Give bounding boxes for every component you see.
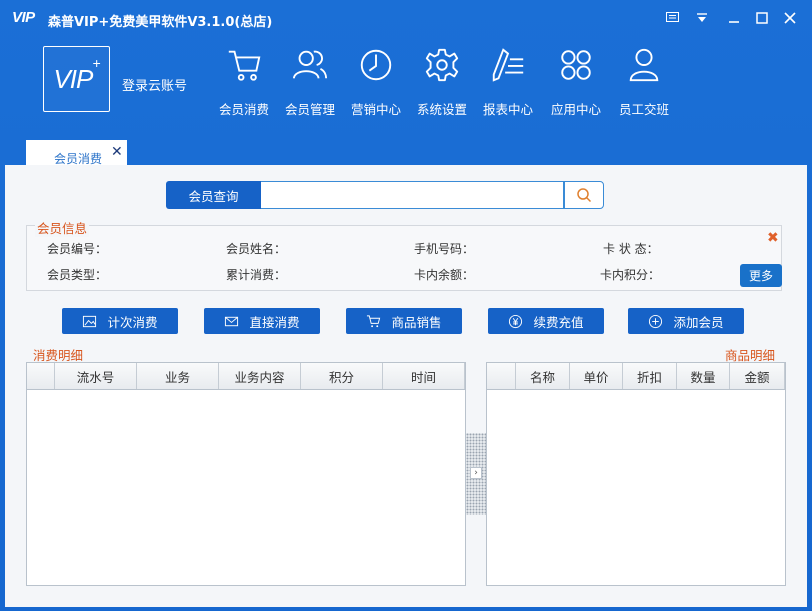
column-header[interactable]: 业务	[137, 363, 219, 389]
user-icon	[629, 48, 659, 82]
column-header[interactable]	[487, 363, 516, 389]
member-search-input[interactable]	[261, 181, 564, 209]
search-icon[interactable]	[564, 181, 604, 209]
title-logo: VIP	[12, 9, 35, 26]
column-header[interactable]: 单价	[570, 363, 623, 389]
more-button[interactable]: 更多	[740, 264, 782, 287]
direct-consume-button[interactable]: 直接消费	[204, 308, 320, 334]
nav-system-settings[interactable]: 系统设置	[409, 42, 475, 118]
nav-marketing-center[interactable]: 营销中心	[343, 42, 409, 118]
column-header[interactable]: 积分	[301, 363, 383, 389]
clock-icon	[360, 49, 392, 81]
nav-member-consume[interactable]: 会员消费	[211, 42, 277, 118]
shopping-cart-icon	[228, 50, 261, 81]
member-info-panel: 会员信息 会员编号： 会员姓名： 手机号码： 卡 状 态： 会员类型： 累计消费…	[26, 218, 782, 291]
report-pen-icon	[492, 48, 524, 82]
column-header[interactable]: 折扣	[623, 363, 677, 389]
nav-label: 报表中心	[482, 102, 533, 117]
tab-strip: 会员消费 ✕	[0, 138, 812, 166]
column-header[interactable]: 名称	[516, 363, 570, 389]
close-icon[interactable]	[780, 8, 800, 28]
mail-icon	[225, 316, 239, 326]
phone-number-label: 手机号码：	[414, 242, 475, 256]
action-label: 计次消费	[107, 314, 158, 330]
add-member-button[interactable]: 添加会员	[628, 308, 744, 334]
column-header[interactable]: 金额	[730, 363, 785, 389]
table-header: 流水号 业务 业务内容 积分 时间	[27, 363, 465, 390]
minimize-icon[interactable]	[724, 8, 744, 28]
title-bar: VIP 森普VIP+免费美甲软件V3.1.0(总店)	[0, 0, 812, 36]
column-header[interactable]	[27, 363, 55, 389]
nav-label: 会员管理	[284, 102, 335, 117]
nav-staff-handover[interactable]: 员工交班	[611, 42, 677, 118]
member-type-label: 会员类型：	[47, 268, 108, 282]
apps-grid-icon	[561, 50, 591, 80]
gear-icon	[425, 48, 459, 82]
yen-icon	[509, 314, 523, 328]
renew-recharge-button[interactable]: 续费充值	[488, 308, 604, 334]
table-header: 名称 单价 折扣 数量 金额	[487, 363, 785, 390]
clear-member-icon[interactable]: ✖	[767, 230, 779, 246]
tab-member-consume[interactable]: 会员消费 ✕	[26, 140, 127, 166]
action-label: 续费充值	[533, 314, 584, 330]
content-panel: 会员查询 会员信息 会员编号： 会员姓名： 手机号码： 卡 状 态： 会员类型：…	[5, 165, 807, 607]
action-label: 商品销售	[391, 314, 442, 330]
nav-label: 营销中心	[350, 102, 401, 117]
column-header[interactable]: 数量	[677, 363, 730, 389]
window-title: 森普VIP+免费美甲软件V3.1.0(总店)	[48, 15, 273, 30]
column-header[interactable]: 业务内容	[219, 363, 301, 389]
tab-close-icon[interactable]: ✕	[111, 144, 123, 160]
member-number-label: 会员编号：	[47, 242, 108, 256]
member-name-label: 会员姓名：	[226, 242, 287, 256]
card-points-label: 卡内积分：	[600, 268, 661, 282]
member-info-title: 会员信息	[35, 218, 90, 237]
login-cloud-account-link[interactable]: 登录云账号	[122, 75, 187, 94]
consume-detail-table[interactable]: 流水号 业务 业务内容 积分 时间	[26, 362, 466, 586]
nav-label: 系统设置	[416, 102, 467, 117]
nav-label: 会员消费	[218, 102, 269, 117]
logo-plus: +	[92, 54, 100, 71]
column-header[interactable]: 时间	[383, 363, 465, 389]
nav-member-manage[interactable]: 会员管理	[277, 42, 343, 118]
column-header[interactable]: 流水号	[55, 363, 137, 389]
cart-icon	[367, 314, 381, 327]
plus-circle-icon	[649, 314, 663, 328]
app-window: VIP 森普VIP+免费美甲软件V3.1.0(总店) VIP+ 登录云账号 会员…	[0, 0, 812, 611]
app-logo: VIP+	[43, 46, 110, 112]
menu-icon[interactable]	[662, 8, 682, 28]
maximize-icon[interactable]	[752, 8, 772, 28]
chevron-right-icon[interactable]: ›	[470, 467, 482, 479]
action-label: 直接消费	[249, 314, 300, 330]
app-logo-text: VIP+	[53, 54, 100, 94]
count-consume-button[interactable]: 计次消费	[62, 308, 178, 334]
nav-label: 员工交班	[618, 102, 669, 117]
action-label: 添加会员	[673, 314, 724, 330]
total-consume-label: 累计消费：	[226, 268, 287, 282]
member-query-button[interactable]: 会员查询	[166, 181, 261, 209]
nav-app-center[interactable]: 应用中心	[543, 42, 609, 118]
nav-report-center[interactable]: 报表中心	[475, 42, 541, 118]
card-balance-label: 卡内余额：	[414, 268, 475, 282]
nav-label: 应用中心	[550, 102, 601, 117]
card-status-label: 卡 状 态：	[603, 242, 659, 256]
image-icon	[83, 315, 97, 327]
member-search: 会员查询	[166, 181, 604, 209]
product-sales-button[interactable]: 商品销售	[346, 308, 462, 334]
dropdown-icon[interactable]	[692, 8, 712, 28]
product-detail-table[interactable]: 名称 单价 折扣 数量 金额	[486, 362, 786, 586]
users-icon	[292, 50, 328, 79]
